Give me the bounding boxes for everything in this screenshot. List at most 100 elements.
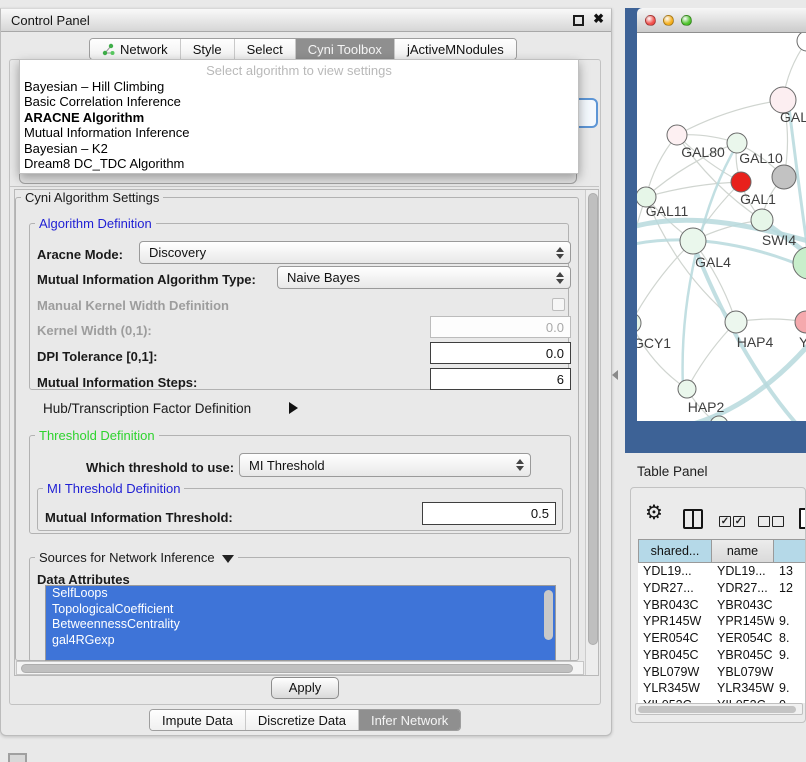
aracne-mode-label: Aracne Mode: — [37, 247, 123, 262]
settings-vertical-scrollbar — [585, 190, 598, 675]
minimize-button[interactable] — [663, 15, 674, 26]
tab-select[interactable]: Select — [235, 39, 296, 59]
checked-box-icon[interactable]: ✓ — [733, 516, 745, 527]
network-node-n-red[interactable] — [731, 172, 751, 192]
algorithm-option-aracne-algorithm[interactable]: ARACNE Algorithm — [20, 110, 578, 125]
table-cell: YDR27... — [638, 580, 712, 597]
horizontal-scrollbar-thumb[interactable] — [21, 664, 573, 673]
tab-infer-network[interactable]: Infer Network — [359, 710, 460, 730]
close-button[interactable] — [645, 15, 656, 26]
table-row[interactable]: YDL19...YDL19...13 — [638, 563, 806, 580]
settings-gear-icon[interactable]: ⚙ — [645, 503, 663, 523]
mi-threshold-input[interactable] — [422, 502, 556, 525]
network-node-n-gray[interactable] — [772, 165, 796, 189]
mi-algorithm-type-select[interactable]: Naive Bayes — [277, 266, 571, 289]
node-label: GAL1 — [740, 191, 776, 207]
table-row[interactable]: YLR345WYLR345W9. — [638, 680, 806, 697]
algorithm-option-bayesian-k2[interactable]: Bayesian – K2 — [20, 141, 578, 156]
tab-style[interactable]: Style — [181, 39, 235, 59]
list-scrollbar-thumb[interactable] — [544, 590, 553, 640]
network-node-gcy1[interactable] — [637, 313, 641, 333]
table-cell: YBR043C — [638, 597, 712, 614]
table-cell: 9. — [774, 647, 806, 664]
kernel-width-label: Kernel Width (0,1): — [37, 323, 152, 338]
algorithm-option-basic-correlation-inference[interactable]: Basic Correlation Inference — [20, 94, 578, 109]
which-threshold-select[interactable]: MI Threshold — [239, 453, 531, 477]
combo-stepper-icon — [516, 459, 524, 471]
table-cell: YLR345W — [712, 680, 774, 697]
settings-horizontal-scrollbar — [16, 661, 584, 675]
tab-jactivemnodules[interactable]: jActiveMNodules — [395, 39, 516, 59]
network-node-swi4[interactable] — [793, 247, 806, 279]
network-node-hap4[interactable] — [725, 311, 747, 333]
network-window-titlebar[interactable] — [637, 8, 806, 33]
panel-divider-grip[interactable] — [612, 370, 618, 380]
algorithm-option-dream8-dc-tdc-algorithm[interactable]: Dream8 DC_TDC Algorithm — [20, 156, 578, 171]
tab-label: Style — [193, 42, 222, 57]
table-row[interactable]: YBR045CYBR045C9. — [638, 647, 806, 664]
column-header-shared[interactable]: shared... — [638, 539, 712, 563]
network-node-pink-r[interactable] — [795, 311, 806, 333]
zoom-button[interactable] — [681, 15, 692, 26]
mi-algorithm-type-label: Mutual Information Algorithm Type: — [37, 272, 256, 287]
node-label: GAL10 — [739, 150, 783, 166]
attribute-item-gal4rgexp[interactable]: gal4RGexp — [46, 633, 555, 649]
network-node-gal1[interactable] — [751, 209, 773, 231]
algorithm-option-mutual-information-inference[interactable]: Mutual Information Inference — [20, 125, 578, 140]
column-header-name[interactable]: name — [712, 539, 774, 563]
algorithm-option-bayesian-hill-climbing[interactable]: Bayesian – Hill Climbing — [20, 79, 578, 94]
float-window-button[interactable] — [573, 15, 584, 26]
network-node-hap2[interactable] — [678, 380, 696, 398]
aracne-mode-select[interactable]: Discovery — [139, 241, 571, 264]
network-node-gal4[interactable] — [680, 228, 706, 254]
node-label: HAP4 — [737, 334, 774, 350]
which-threshold-value: MI Threshold — [249, 458, 325, 473]
network-icon — [102, 43, 115, 56]
checked-box-icon[interactable]: ✓ — [719, 516, 731, 527]
document-icon[interactable] — [799, 508, 806, 529]
table-scrollbar-thumb[interactable] — [638, 706, 796, 714]
manual-kernel-width-checkbox — [552, 298, 565, 311]
network-node-gal80[interactable] — [667, 125, 687, 145]
table-cell: YDR27... — [712, 580, 774, 597]
attribute-item-betweennesscentrality[interactable]: BetweennessCentrality — [46, 617, 555, 633]
hub-definition-label[interactable]: Hub/Transcription Factor Definition — [43, 401, 251, 416]
split-view-icon[interactable] — [683, 509, 703, 529]
algorithm-dropdown-popup: Select algorithm to view settings Bayesi… — [19, 59, 579, 174]
dpi-tolerance-label: DPI Tolerance [0,1]: — [37, 349, 157, 364]
sources-legend[interactable]: Sources for Network Inference — [35, 550, 238, 565]
table-row[interactable]: YBL079WYBL079W — [638, 664, 806, 681]
table-cell: 13 — [774, 563, 806, 580]
column-header-partial[interactable] — [774, 539, 806, 563]
table-row[interactable]: YER054CYER054C8. — [638, 630, 806, 647]
node-label: GAL — [780, 109, 806, 125]
network-canvas[interactable]: GALGAL80GAL10GAL1GAL11SWI4GAL4GCY1HAP4YH… — [637, 33, 806, 421]
table-cell: YBL079W — [638, 664, 712, 681]
network-edge — [637, 323, 687, 389]
dpi-tolerance-input[interactable] — [430, 342, 571, 364]
attribute-item-selfloops[interactable]: SelfLoops — [46, 586, 555, 602]
attribute-item-topologicalcoefficient[interactable]: TopologicalCoefficient — [46, 602, 555, 618]
tab-discretize-data[interactable]: Discretize Data — [246, 710, 359, 730]
vertical-scrollbar-thumb[interactable] — [588, 193, 598, 645]
unchecked-box-icon[interactable] — [772, 516, 784, 527]
tab-impute-data[interactable]: Impute Data — [150, 710, 246, 730]
apply-button[interactable]: Apply — [271, 677, 339, 699]
table-row[interactable]: YDR27...YDR27...12 — [638, 580, 806, 597]
close-panel-icon[interactable]: ✖ — [593, 11, 604, 27]
network-node-n-top[interactable] — [797, 33, 806, 51]
table-row[interactable]: YBR043CYBR043C — [638, 597, 806, 614]
unchecked-box-icon[interactable] — [758, 516, 770, 527]
expand-arrow-icon[interactable] — [289, 402, 298, 414]
tab-label: Impute Data — [162, 713, 233, 728]
table-panel-title: Table Panel — [637, 464, 708, 479]
network-edge — [637, 241, 693, 323]
mi-steps-input[interactable] — [430, 368, 571, 390]
table-body: YDL19...YDL19...13YDR27...YDR27...12YBR0… — [638, 563, 806, 703]
table-panel: ⚙ ✓ ✓ shared...name YDL19...YDL19...13YD… — [630, 487, 806, 723]
tab-cyni-toolbox[interactable]: Cyni Toolbox — [296, 39, 395, 59]
table-row[interactable]: YPR145WYPR145W9. — [638, 613, 806, 630]
data-attributes-list: SelfLoopsTopologicalCoefficientBetweenne… — [45, 585, 556, 661]
partial-widget — [8, 753, 27, 762]
tab-network[interactable]: Network — [90, 39, 181, 59]
